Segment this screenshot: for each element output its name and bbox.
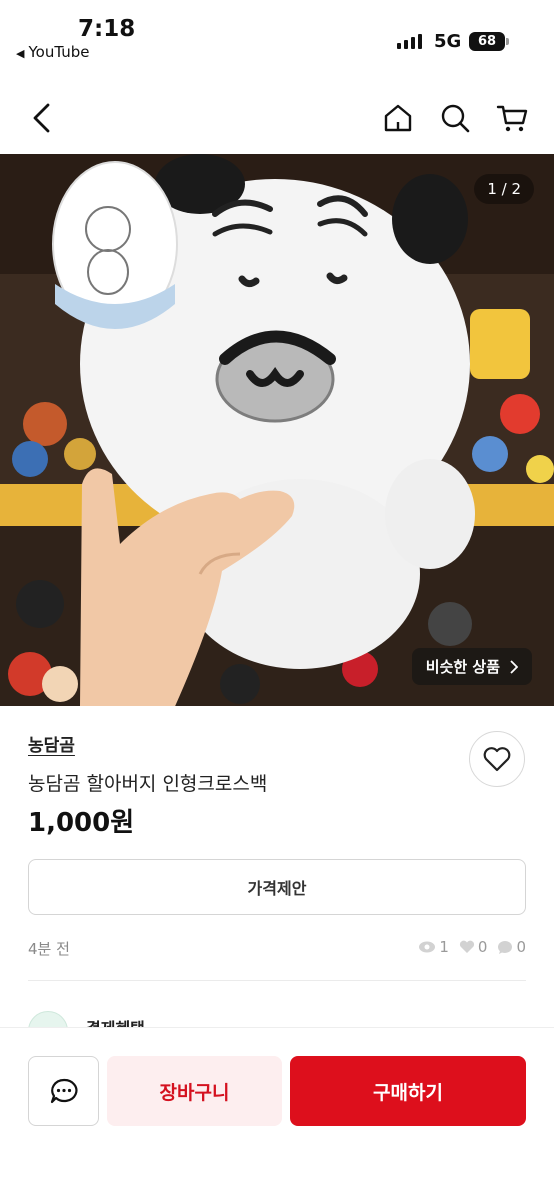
signal-icon — [397, 34, 422, 49]
chevron-right-icon — [510, 659, 518, 674]
product-title: 농담곰 할아버지 인형크로스백 — [28, 773, 268, 795]
divider — [28, 980, 526, 981]
add-to-cart-button[interactable]: 장바구니 — [107, 1056, 282, 1126]
top-nav — [0, 88, 554, 150]
likes-count: 0 — [477, 938, 488, 956]
benefit-icon — [28, 1011, 68, 1027]
back-arrow-icon[interactable] — [24, 100, 60, 136]
posted-time: 4분 전 — [28, 940, 70, 958]
chat-button[interactable] — [28, 1056, 99, 1126]
eye-icon — [419, 941, 436, 953]
back-app-label: YouTube — [28, 43, 90, 61]
battery-icon: 68 — [469, 32, 505, 51]
similar-products-button[interactable]: 비슷한 상품 — [411, 648, 532, 685]
home-icon[interactable] — [380, 100, 416, 136]
chats-count: 0 — [516, 938, 526, 956]
chats-stat: 0 — [497, 938, 526, 956]
back-triangle-icon: ◀ — [16, 47, 25, 60]
similar-products-label: 비슷한 상품 — [425, 658, 500, 676]
chat-icon — [50, 1078, 77, 1104]
product-stats: 1 0 0 — [418, 938, 526, 956]
product-photo — [0, 154, 554, 706]
heart-filled-icon — [459, 940, 474, 953]
status-bar: 7:18 ◀ YouTube 5G 68 — [0, 0, 554, 70]
bottom-action-bar: 장바구니 구매하기 — [0, 1027, 554, 1200]
search-icon[interactable] — [437, 100, 473, 136]
views-count: 1 — [439, 938, 449, 956]
buy-button[interactable]: 구매하기 — [290, 1056, 526, 1126]
benefit-label: 결제혜택 — [86, 1015, 145, 1027]
payment-benefit-row[interactable]: 결제혜택 — [28, 1007, 526, 1027]
product-image[interactable]: 1 / 2 비슷한 상품 — [0, 154, 554, 706]
battery-cap — [506, 38, 509, 45]
store-link[interactable]: 농담곰 — [28, 731, 75, 756]
chat-bubble-icon — [498, 940, 513, 954]
product-price: 1,000원 — [28, 808, 135, 838]
wishlist-button[interactable] — [469, 731, 525, 787]
cart-icon[interactable] — [494, 100, 530, 136]
status-time: 7:18 — [78, 16, 136, 42]
image-counter: 1 / 2 — [474, 174, 534, 204]
views-stat: 1 — [418, 938, 449, 956]
network-label: 5G — [434, 31, 462, 52]
price-offer-button[interactable]: 가격제안 — [28, 859, 526, 915]
heart-icon — [483, 747, 511, 772]
back-to-app-link[interactable]: ◀ YouTube — [16, 43, 89, 61]
likes-stat: 0 — [459, 938, 488, 956]
battery-level: 68 — [477, 34, 497, 49]
